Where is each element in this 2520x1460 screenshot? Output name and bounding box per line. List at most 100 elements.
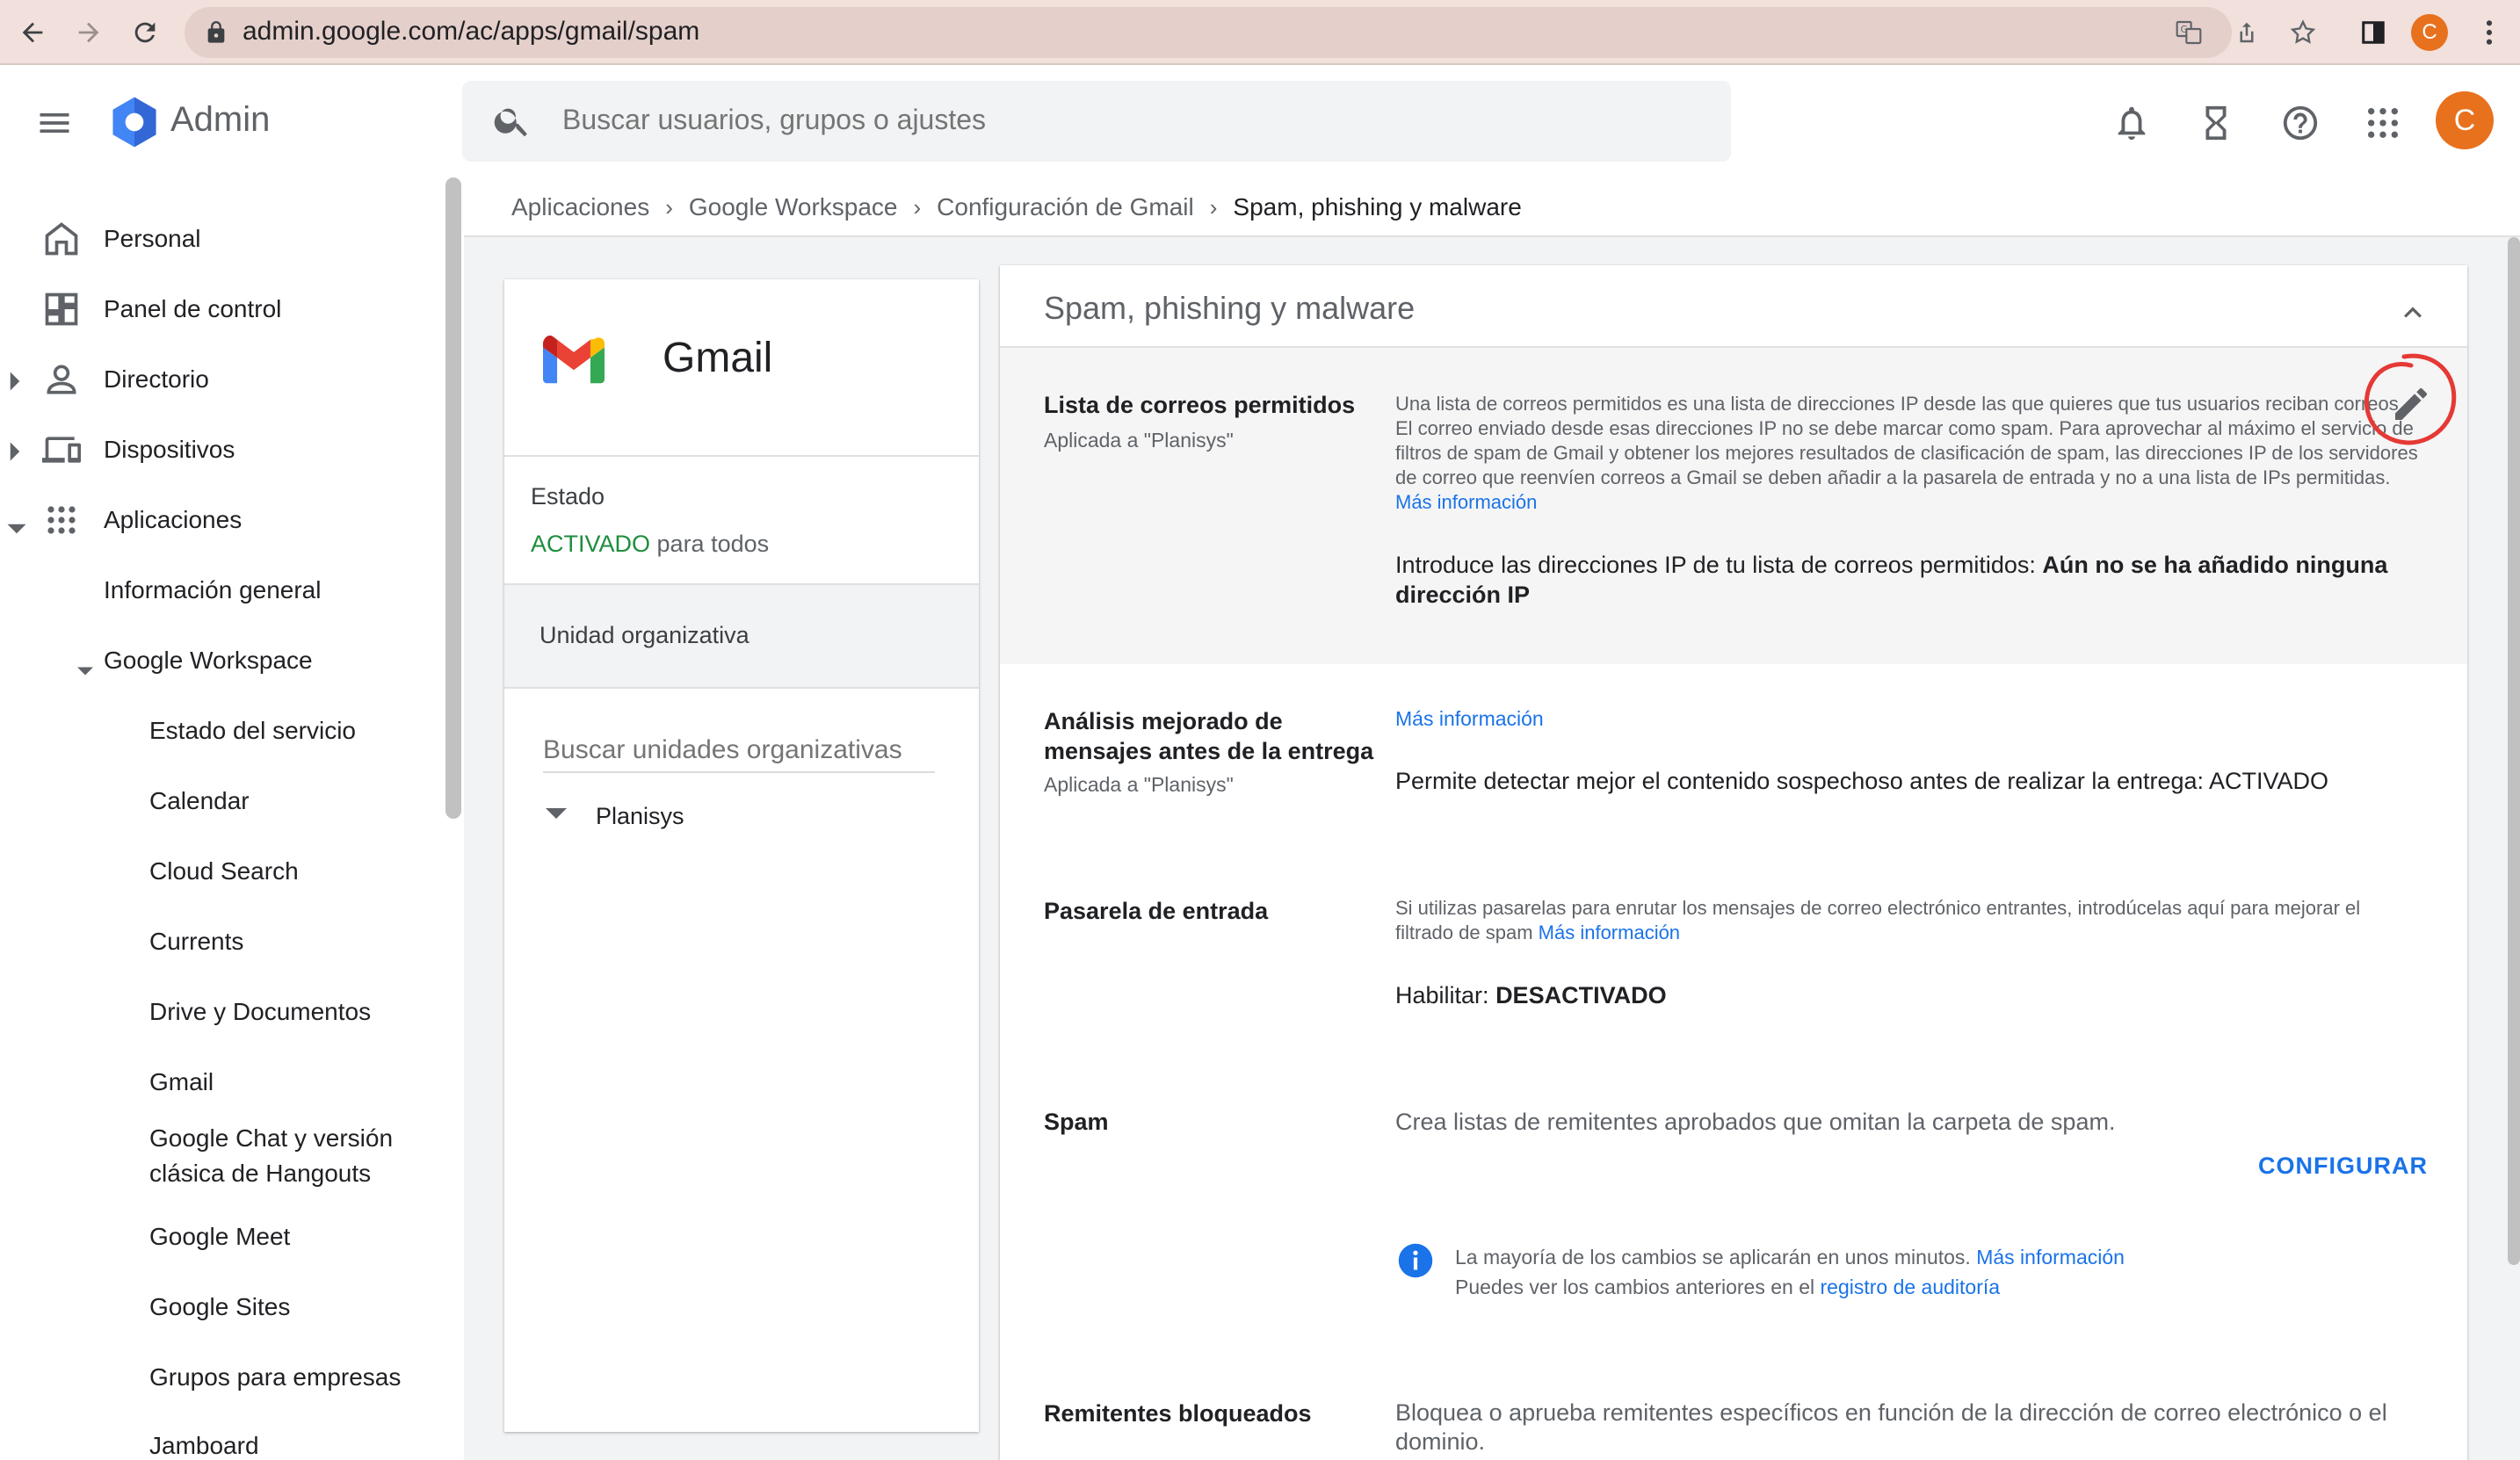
- sidebar-item-apps[interactable]: Aplicaciones: [0, 485, 444, 555]
- value-text: ACTIVADO: [2209, 768, 2329, 794]
- status-suffix: para todos: [656, 531, 770, 557]
- value-label: Habilitar:: [1395, 982, 1489, 1008]
- sidebar-item-personal[interactable]: Personal: [0, 204, 444, 274]
- app-summary-card: [504, 279, 979, 1432]
- title-line: mensajes antes de la entrega: [1044, 738, 1374, 764]
- divider: [504, 455, 979, 457]
- caret-down-icon: [77, 654, 93, 683]
- sidebar-item-drive[interactable]: Drive y Documentos: [0, 977, 444, 1047]
- breadcrumb-item[interactable]: Google Workspace: [689, 193, 898, 221]
- translate-icon[interactable]: G: [2170, 14, 2207, 51]
- menu-icon[interactable]: [35, 104, 79, 142]
- browser-profile-avatar[interactable]: C: [2411, 14, 2448, 51]
- sidebar-item-label: Personal: [104, 225, 201, 252]
- hourglass-icon[interactable]: [2191, 98, 2241, 148]
- sidebar-item-google-meet[interactable]: Google Meet: [0, 1202, 444, 1272]
- info-line: Puedes ver los cambios anteriores en el …: [1455, 1272, 2125, 1302]
- chevron-right-icon: ›: [665, 193, 673, 220]
- apps-grid-icon[interactable]: [2358, 98, 2408, 148]
- sidebar-item-label: Estado del servicio: [149, 717, 357, 744]
- breadcrumb: Aplicaciones › Google Workspace › Config…: [511, 192, 1522, 223]
- sidebar-item-google-sites[interactable]: Google Sites: [0, 1272, 444, 1342]
- caret-right-icon: [9, 439, 21, 467]
- breadcrumb-item[interactable]: Configuración de Gmail: [937, 193, 1194, 221]
- url-text[interactable]: admin.google.com/ac/apps/gmail/spam: [243, 17, 699, 47]
- sidebar-item-groups[interactable]: Grupos para empresas: [0, 1342, 444, 1413]
- devices-icon: [42, 430, 81, 475]
- app-name: Admin: [170, 100, 271, 139]
- sidebar-item-google-chat[interactable]: Google Chat y versión clásica de Hangout…: [0, 1109, 444, 1196]
- setting-applied: Aplicada a "Planisys": [1044, 773, 1234, 796]
- search-icon: [492, 100, 534, 142]
- sidebar-item-calendar[interactable]: Calendar: [0, 766, 444, 836]
- chevron-up-icon[interactable]: [2395, 295, 2430, 335]
- info-line: La mayoría de los cambios se aplicarán e…: [1455, 1242, 2125, 1272]
- status-value: ACTIVADO: [531, 531, 651, 557]
- side-panel-icon[interactable]: [2355, 14, 2392, 51]
- sidebar-item-cloud-search[interactable]: Cloud Search: [0, 836, 444, 907]
- chevron-right-icon: ›: [1209, 193, 1218, 220]
- setting-title: Pasarela de entrada: [1044, 898, 1269, 924]
- dashboard-icon: [42, 290, 81, 335]
- more-info-link[interactable]: Más información: [1395, 706, 1544, 731]
- svg-text:G: G: [2181, 24, 2188, 35]
- share-icon[interactable]: [2228, 14, 2265, 51]
- sidebar-item-label: Dispositivos: [104, 436, 235, 463]
- sidebar-item-label: clásica de Hangouts: [149, 1160, 372, 1187]
- sidebar-item-currents[interactable]: Currents: [0, 907, 444, 977]
- lock-icon: [204, 19, 230, 46]
- admin-logo-icon: [107, 95, 163, 151]
- setting-description: Bloquea o aprueba remitentes específicos…: [1395, 1399, 2387, 1455]
- org-unit-root[interactable]: Planisys: [596, 803, 684, 830]
- sidebar-item-service-status[interactable]: Estado del servicio: [0, 696, 444, 766]
- app-title: Gmail: [663, 335, 773, 381]
- configure-button[interactable]: CONFIGURAR: [2258, 1153, 2428, 1180]
- breadcrumb-item[interactable]: Aplicaciones: [511, 193, 649, 221]
- sidebar-item-label: Calendar: [149, 787, 250, 814]
- main-scrollbar[interactable]: [2508, 237, 2520, 1265]
- setting-value: Habilitar: DESACTIVADO: [1395, 980, 1667, 1010]
- info-text: Puedes ver los cambios anteriores en el: [1455, 1276, 1815, 1298]
- sidebar-scrollbar[interactable]: [445, 177, 461, 819]
- more-info-link[interactable]: Más información: [1539, 922, 1680, 943]
- sidebar-item-gmail[interactable]: Gmail: [0, 1047, 444, 1117]
- more-info-link[interactable]: Más información: [1395, 491, 1537, 513]
- sidebar-item-label: Currents: [149, 928, 244, 955]
- section-title: Spam, phishing y malware: [1044, 290, 1416, 326]
- org-unit-search-input[interactable]: [543, 729, 935, 773]
- home-icon: [42, 220, 81, 264]
- org-unit-label: Unidad organizativa: [539, 622, 749, 648]
- value-label: Introduce las direcciones IP de tu lista…: [1395, 552, 2036, 578]
- sidebar-item-directory[interactable]: Directorio: [0, 344, 444, 415]
- more-info-link[interactable]: Más información: [1976, 1246, 2125, 1268]
- info-icon: [1397, 1242, 1434, 1283]
- sidebar-item-label: Google Workspace: [104, 647, 313, 674]
- account-avatar[interactable]: C: [2436, 91, 2494, 149]
- sidebar-item-jamboard[interactable]: Jamboard: [0, 1413, 444, 1460]
- status-label: Estado: [531, 483, 605, 510]
- sidebar-item-devices[interactable]: Dispositivos: [0, 415, 444, 485]
- reload-icon[interactable]: [125, 12, 165, 53]
- audit-log-link[interactable]: registro de auditoría: [1821, 1276, 2001, 1298]
- sidebar-item-label: Gmail: [149, 1068, 214, 1095]
- annotation-circle: [2350, 350, 2464, 468]
- setting-title: Spam: [1044, 1109, 1109, 1135]
- caret-right-icon: [9, 369, 21, 397]
- setting-title: Lista de correos permitidos: [1044, 392, 1356, 418]
- sidebar-item-label: Google Chat y versión: [149, 1124, 394, 1152]
- more-vert-icon[interactable]: [2471, 14, 2508, 51]
- sidebar-item-overview[interactable]: Información general: [0, 555, 444, 625]
- back-arrow-icon[interactable]: [12, 12, 53, 53]
- sidebar-item-dashboard[interactable]: Panel de control: [0, 274, 444, 344]
- bookmark-star-icon[interactable]: [2285, 14, 2321, 51]
- sidebar-item-label: Aplicaciones: [104, 506, 243, 533]
- caret-down-icon[interactable]: [545, 806, 568, 825]
- search-input[interactable]: [562, 104, 1705, 136]
- notifications-bell-icon[interactable]: [2107, 98, 2156, 148]
- sidebar-item-google-workspace[interactable]: Google Workspace: [0, 625, 444, 696]
- help-icon[interactable]: [2276, 98, 2325, 148]
- description-text: Una lista de correos permitidos es una l…: [1395, 393, 2418, 488]
- caret-down-icon: [7, 513, 26, 541]
- forward-arrow-icon[interactable]: [69, 12, 109, 53]
- setting-applied: Aplicada a "Planisys": [1044, 429, 1234, 452]
